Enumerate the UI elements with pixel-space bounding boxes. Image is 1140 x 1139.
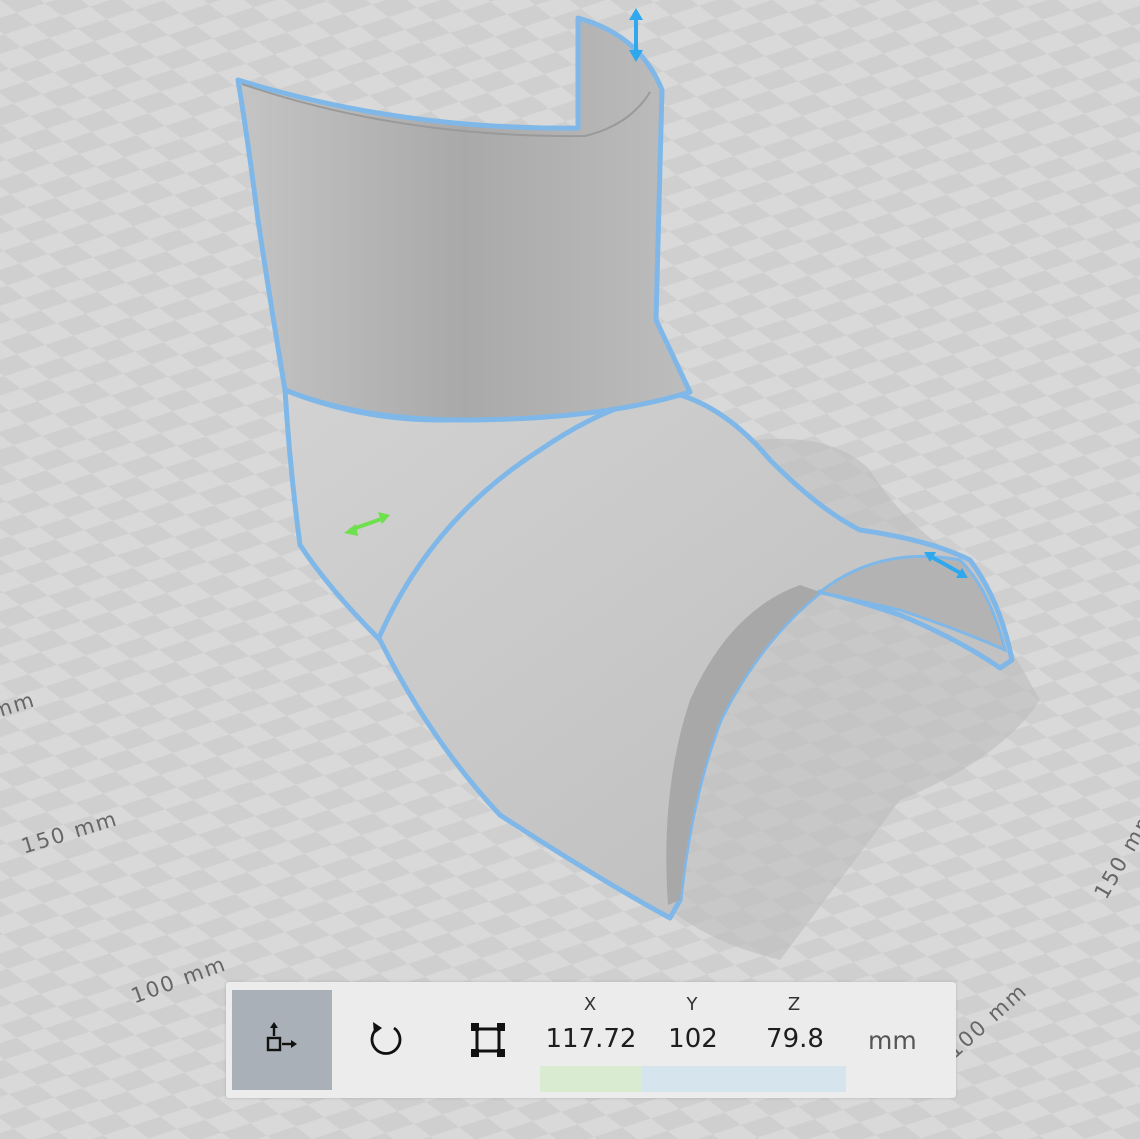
yz-coord-bar — [642, 1066, 846, 1092]
z-value-field[interactable]: 79.8 — [740, 1024, 850, 1054]
x-label: X — [583, 994, 597, 1015]
scale-icon — [471, 1023, 505, 1057]
z-label: Z — [787, 994, 801, 1015]
move-tool-button[interactable] — [232, 990, 332, 1090]
3d-viewport[interactable]: 150 mm 100 mm 150 mm 100 mm mm X Y Z 117… — [0, 0, 1140, 1139]
y-value-field[interactable]: 102 — [638, 1024, 748, 1054]
transform-toolbar: X Y Z 117.72 102 79.8 mm — [226, 982, 956, 1098]
unit-label: mm — [868, 1026, 917, 1055]
x-value-field[interactable]: 117.72 — [536, 1024, 646, 1054]
rotate-icon — [370, 1022, 402, 1055]
x-coord-bar — [540, 1066, 642, 1092]
y-label: Y — [686, 994, 698, 1015]
build-plate-scene[interactable] — [0, 0, 1140, 1139]
rotate-tool-button[interactable] — [336, 990, 436, 1090]
move-icon — [266, 1022, 297, 1052]
scale-tool-button[interactable] — [438, 990, 538, 1090]
